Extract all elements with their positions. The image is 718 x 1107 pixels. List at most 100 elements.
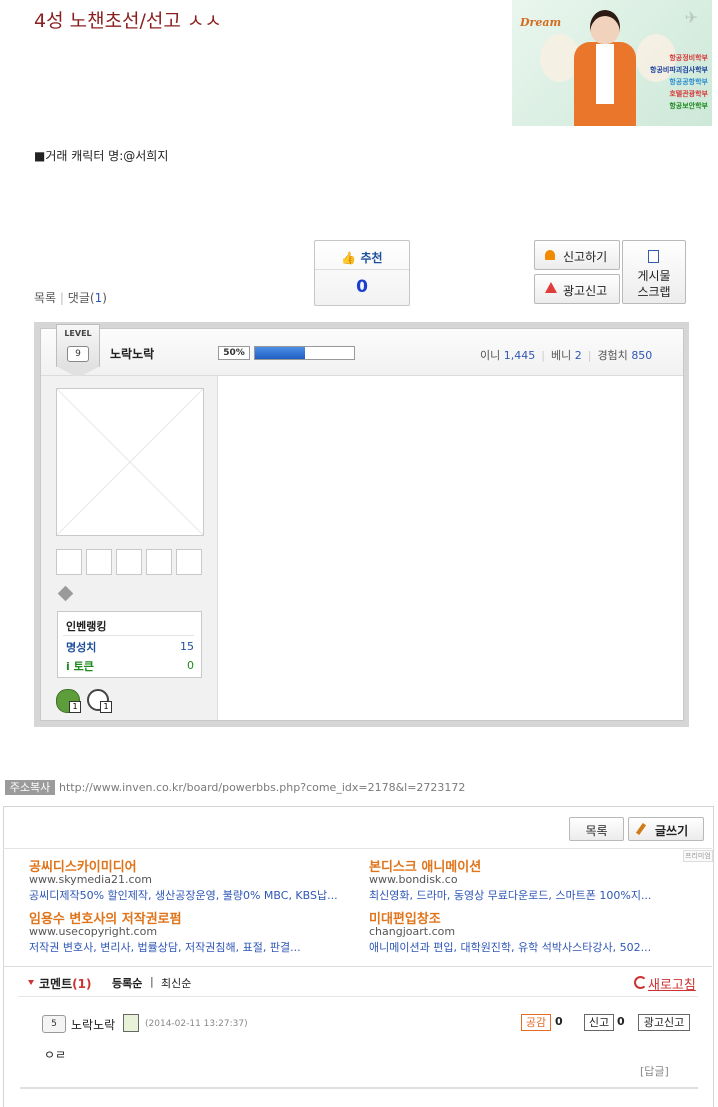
exp-progress-bar — [254, 346, 355, 360]
exp-label: 경험치 — [597, 349, 628, 362]
ad-major-item: 항공보안학부 — [669, 102, 708, 110]
ad-report-label: 광고신고 — [563, 284, 608, 298]
avatar — [56, 388, 204, 536]
level-badge: LEVEL 9 — [56, 324, 100, 367]
level-label: LEVEL — [64, 329, 92, 338]
ad-description[interactable]: 애니메이션과 편입, 대학원진학, 유학 석박사스타강사, 502... — [369, 939, 651, 955]
ad-report-button[interactable]: 광고신고 — [534, 274, 620, 304]
siren-icon — [545, 250, 555, 260]
comment-level-badge: 5 — [42, 1015, 66, 1033]
ranking-divider — [63, 635, 194, 636]
thumbs-up-icon: 👍 — [341, 251, 357, 265]
write-button[interactable]: 글쓰기 — [628, 817, 704, 841]
scrap-label-1: 게시물 — [637, 269, 671, 283]
profile-stats: 이니 1,445 | 베니 2 | 경험치 850 — [480, 349, 653, 362]
comment-ad-report-button[interactable]: 광고신고 — [638, 1014, 690, 1031]
copy-url-button[interactable]: 주소복사 — [5, 780, 55, 795]
comments-link-count: 1 — [94, 291, 103, 305]
fame-label: 명성치 — [66, 641, 97, 654]
premium-tag: 프리미엄 — [683, 850, 713, 862]
ad-banner-dream-text: Dream — [520, 16, 562, 29]
ad-divider — [3, 848, 712, 849]
ad-major-item: 항공정비학부 — [669, 54, 708, 62]
item-slot[interactable] — [56, 549, 82, 575]
list-button-label: 목록 — [585, 824, 608, 838]
ad-url[interactable]: www.skymedia21.com — [29, 873, 152, 886]
comments-divider — [3, 966, 712, 967]
avatar-placeholder-icon — [56, 388, 204, 536]
item-slot[interactable] — [146, 549, 172, 575]
post-links: 목록 | 댓글(1) — [34, 291, 107, 305]
author-nickname[interactable]: 노락노락 — [110, 345, 154, 362]
level-number: 9 — [67, 346, 89, 362]
sort-latest[interactable]: 최신순 — [161, 975, 191, 991]
ad-description[interactable]: 공씨디제작50% 할인제작, 생산공장운영, 불량0% MBC, KBS납... — [29, 887, 338, 903]
beni-label: 베니 — [550, 349, 572, 362]
report-button[interactable]: 신고하기 — [534, 240, 620, 270]
exp-value: 850 — [631, 349, 653, 362]
comment-author[interactable]: 노락노락 — [71, 1016, 115, 1033]
ranking-title: 인벤랭킹 — [66, 620, 107, 633]
post-url[interactable]: http://www.inven.co.kr/board/powerbbs.ph… — [59, 781, 465, 794]
recommend-button[interactable]: 👍 추천 0 — [314, 240, 410, 306]
recommend-label-text: 추천 — [360, 251, 383, 265]
ad-model-image — [574, 10, 636, 126]
ad-major-item: 호텔관광학부 — [669, 90, 708, 98]
token-label: i 토큰 — [66, 660, 94, 673]
list-button[interactable]: 목록 — [569, 817, 624, 841]
comments-link-label: 댓글 — [67, 291, 90, 305]
ad-url[interactable]: changjoart.com — [369, 925, 455, 938]
ad-url[interactable]: www.bondisk.co — [369, 873, 458, 886]
write-button-label: 글쓰기 — [655, 824, 689, 838]
scrap-icon — [648, 250, 659, 263]
comment-report-count: 0 — [617, 1015, 625, 1028]
comment-reply-button[interactable]: [답글] — [640, 1063, 669, 1079]
item-slot[interactable] — [116, 549, 142, 575]
token-value: 0 — [187, 659, 194, 672]
item-slot[interactable] — [176, 549, 202, 575]
scrap-label-2: 스크랩 — [637, 285, 671, 299]
badge-count: 1 — [69, 701, 81, 713]
comments-count: (1) — [72, 977, 92, 991]
comment-date: (2014-02-11 13:27:37) — [145, 1019, 248, 1029]
list-link[interactable]: 목록 — [34, 291, 56, 305]
ad-description[interactable]: 저작권 변호사, 변리사, 법률상담, 저작권침해, 표절, 판결... — [29, 939, 301, 955]
scrap-button[interactable]: 게시물 스크랩 — [622, 240, 686, 304]
beni-value: 2 — [574, 349, 582, 362]
fame-value: 15 — [180, 640, 194, 653]
pencil-icon — [635, 822, 647, 836]
recommend-count: 0 — [356, 277, 368, 297]
recommend-label: 👍 추천 — [315, 249, 409, 266]
refresh-button[interactable]: 새로고침 — [648, 974, 696, 993]
comment-report-button[interactable]: 신고 — [584, 1014, 614, 1031]
sort-register[interactable]: 등록순 — [112, 975, 142, 991]
mobile-icon — [123, 1014, 139, 1032]
airplane-icon: ✈ — [684, 8, 698, 27]
comment-like-count: 0 — [555, 1015, 563, 1028]
inni-value: 1,445 — [503, 349, 536, 362]
comments-link[interactable]: 댓글(1) — [68, 291, 107, 305]
comment-bottom-divider — [20, 1087, 698, 1089]
triangle-down-icon — [28, 980, 34, 985]
warning-icon — [545, 282, 557, 293]
inni-label: 이니 — [480, 349, 501, 362]
comments-title-text: 코멘트 — [39, 977, 73, 991]
board-bottom-section — [3, 806, 714, 1107]
badge-count: 1 — [100, 701, 112, 713]
ad-banner[interactable]: Dream ✈ 항공정비학부 항공비파괴검사학부 항공공항학부 호텔관광학부 항… — [512, 0, 712, 126]
comment-like-button[interactable]: 공감 — [521, 1014, 551, 1031]
report-label: 신고하기 — [563, 250, 608, 264]
comment-text: ㅇㄹ — [44, 1048, 67, 1062]
exp-percent: 50% — [218, 346, 250, 360]
post-title: 4성 노챈초선/선고 ㅅㅅ — [34, 10, 222, 32]
ad-url[interactable]: www.usecopyright.com — [29, 925, 157, 938]
ad-major-item: 항공공항학부 — [669, 78, 708, 86]
comments-header-divider — [18, 996, 698, 997]
ad-banner-majors: 항공정비학부 항공비파괴검사학부 항공공항학부 호텔관광학부 항공보안학부 — [650, 52, 708, 112]
exp-progress-fill — [255, 347, 305, 359]
ad-description[interactable]: 최신영화, 드라마, 동영상 무료다운로드, 스마트폰 100%지... — [369, 887, 651, 903]
refresh-icon — [634, 976, 647, 989]
item-slot[interactable] — [86, 549, 112, 575]
sort-separator: | — [150, 975, 154, 988]
ad-major-item: 항공비파괴검사학부 — [650, 66, 708, 74]
